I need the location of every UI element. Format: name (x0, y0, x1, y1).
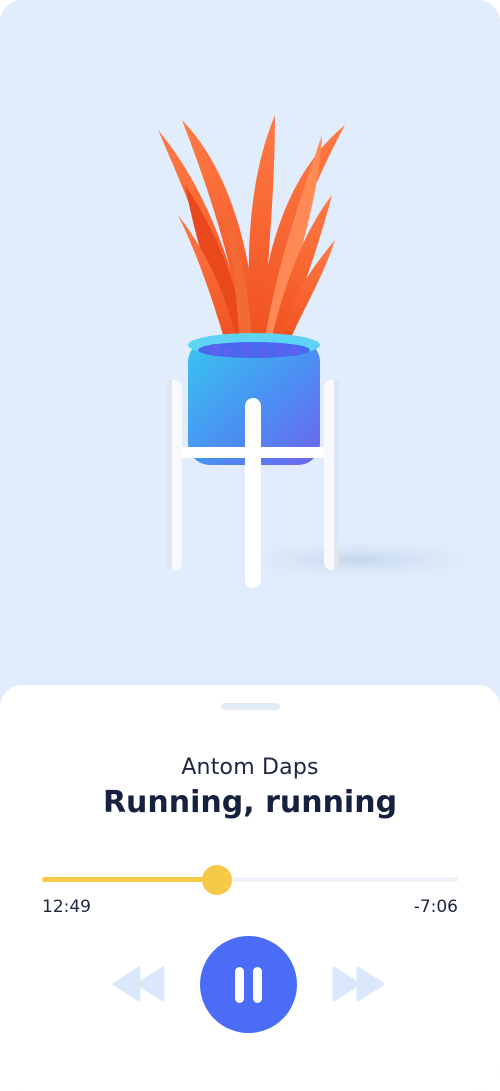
remaining-time: -7:06 (413, 897, 458, 917)
rewind-icon (112, 966, 165, 1002)
progress-fill (42, 877, 217, 882)
progress-knob[interactable] (201, 865, 232, 895)
progress-slider[interactable] (42, 865, 458, 895)
pause-button[interactable] (200, 936, 297, 1033)
artist-name: Antom Daps (181, 755, 319, 780)
rewind-button[interactable] (112, 965, 166, 1003)
fast-forward-icon (332, 966, 385, 1002)
track-title: Running, running (102, 785, 398, 820)
music-player-screen: Antom Daps Running, running 12:49 -7:06 (0, 0, 500, 1091)
fast-forward-button[interactable] (331, 965, 385, 1003)
player-sheet: Antom Daps Running, running 12:49 -7:06 (0, 685, 500, 1091)
potted-plant-artwork (158, 115, 500, 588)
playback-controls (0, 935, 500, 1035)
elapsed-time: 12:49 (42, 897, 91, 917)
pause-icon (235, 967, 244, 1003)
sheet-drag-handle[interactable] (221, 703, 280, 710)
pause-icon-bar (253, 967, 262, 1003)
album-artwork (0, 0, 500, 700)
